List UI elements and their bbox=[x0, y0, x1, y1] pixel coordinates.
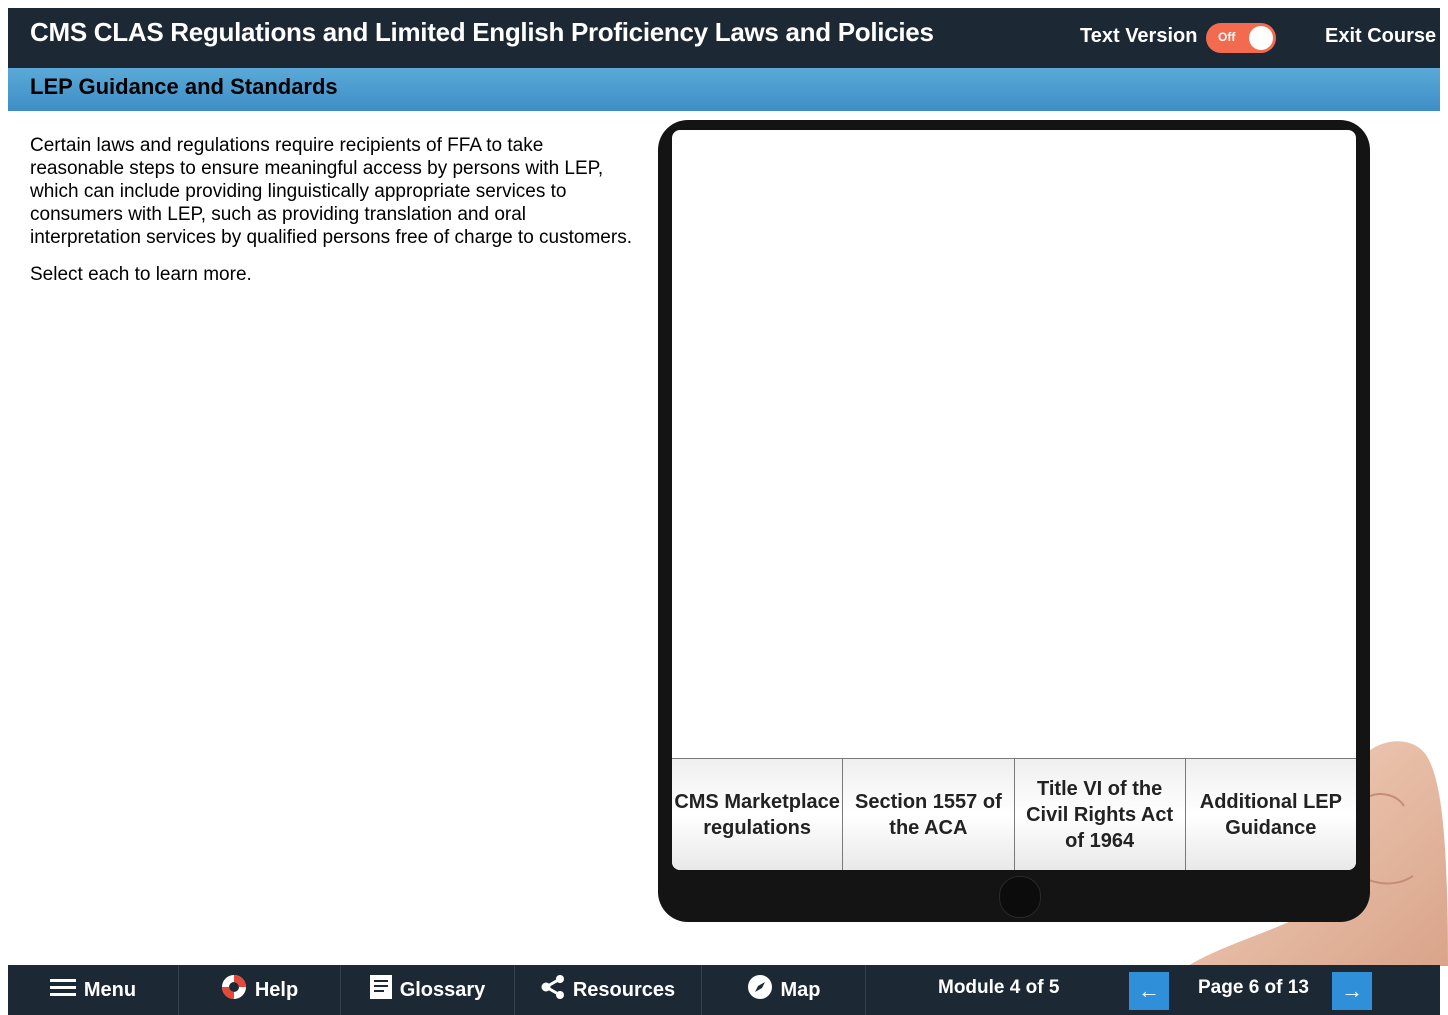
arrow-right-icon: → bbox=[1341, 978, 1363, 1003]
section-1557-button[interactable]: Section 1557 of the ACA bbox=[843, 759, 1015, 870]
body-paragraph: Certain laws and regulations require rec… bbox=[30, 135, 632, 248]
book-icon bbox=[369, 975, 392, 1005]
menu-button[interactable]: Menu bbox=[8, 965, 179, 1015]
instruction-text: Select each to learn more. bbox=[30, 264, 252, 285]
map-label: Map bbox=[780, 978, 821, 1001]
text-version-label: Text Version bbox=[1080, 25, 1198, 47]
module-indicator: Module 4 of 5 bbox=[938, 977, 1060, 998]
additional-lep-label: Additional LEP Guidance bbox=[1199, 791, 1342, 839]
compass-icon bbox=[747, 974, 773, 1006]
resources-label: Resources bbox=[572, 978, 676, 1001]
section-1557-label: Section 1557 of the ACA bbox=[855, 791, 1002, 839]
course-title: CMS CLAS Regulations and Limited English… bbox=[30, 17, 934, 47]
exit-course-button[interactable]: Exit Course bbox=[1325, 25, 1436, 48]
cms-marketplace-button[interactable]: CMS Marketplace regulations bbox=[672, 759, 844, 870]
toggle-knob bbox=[1249, 26, 1273, 50]
additional-lep-button[interactable]: Additional LEP Guidance bbox=[1185, 759, 1356, 870]
course-frame: CMS CLAS Regulations and Limited English… bbox=[8, 8, 1448, 1015]
next-page-button[interactable]: → bbox=[1332, 972, 1372, 1010]
tablet-screen: CMS Marketplace regulations Section 1557… bbox=[672, 130, 1356, 870]
content-text: Certain laws and regulations require rec… bbox=[30, 134, 640, 300]
menu-label: Menu bbox=[83, 978, 137, 1001]
map-button[interactable]: Map bbox=[702, 965, 866, 1015]
help-label: Help bbox=[254, 978, 299, 1001]
prev-page-button[interactable]: ← bbox=[1129, 972, 1169, 1010]
cms-marketplace-label: CMS Marketplace regulations bbox=[674, 791, 840, 839]
section-title: LEP Guidance and Standards bbox=[30, 74, 338, 99]
toggle-state-label: Off bbox=[1218, 30, 1236, 44]
arrow-left-icon: ← bbox=[1138, 978, 1160, 1003]
text-version-toggle[interactable]: Off bbox=[1206, 23, 1276, 53]
section-header: LEP Guidance and Standards bbox=[8, 68, 1440, 111]
title-vi-button[interactable]: Title VI of the Civil Rights Act of 1964 bbox=[1014, 759, 1186, 870]
course-footer: Menu Help Glossary Resources Map Module … bbox=[8, 965, 1440, 1015]
glossary-label: Glossary bbox=[399, 978, 486, 1001]
course-header: CMS CLAS Regulations and Limited English… bbox=[8, 8, 1440, 68]
tablet-home-button bbox=[999, 876, 1041, 918]
lifebuoy-icon bbox=[221, 974, 247, 1006]
resources-button[interactable]: Resources bbox=[515, 965, 702, 1015]
help-button[interactable]: Help bbox=[179, 965, 341, 1015]
glossary-button[interactable]: Glossary bbox=[341, 965, 515, 1015]
title-vi-label: Title VI of the Civil Rights Act of 1964 bbox=[1026, 778, 1174, 852]
hamburger-icon bbox=[49, 978, 76, 1002]
page-indicator: Page 6 of 13 bbox=[1198, 977, 1309, 998]
tablet-button-row: CMS Marketplace regulations Section 1557… bbox=[672, 758, 1356, 870]
share-icon bbox=[541, 975, 565, 1005]
